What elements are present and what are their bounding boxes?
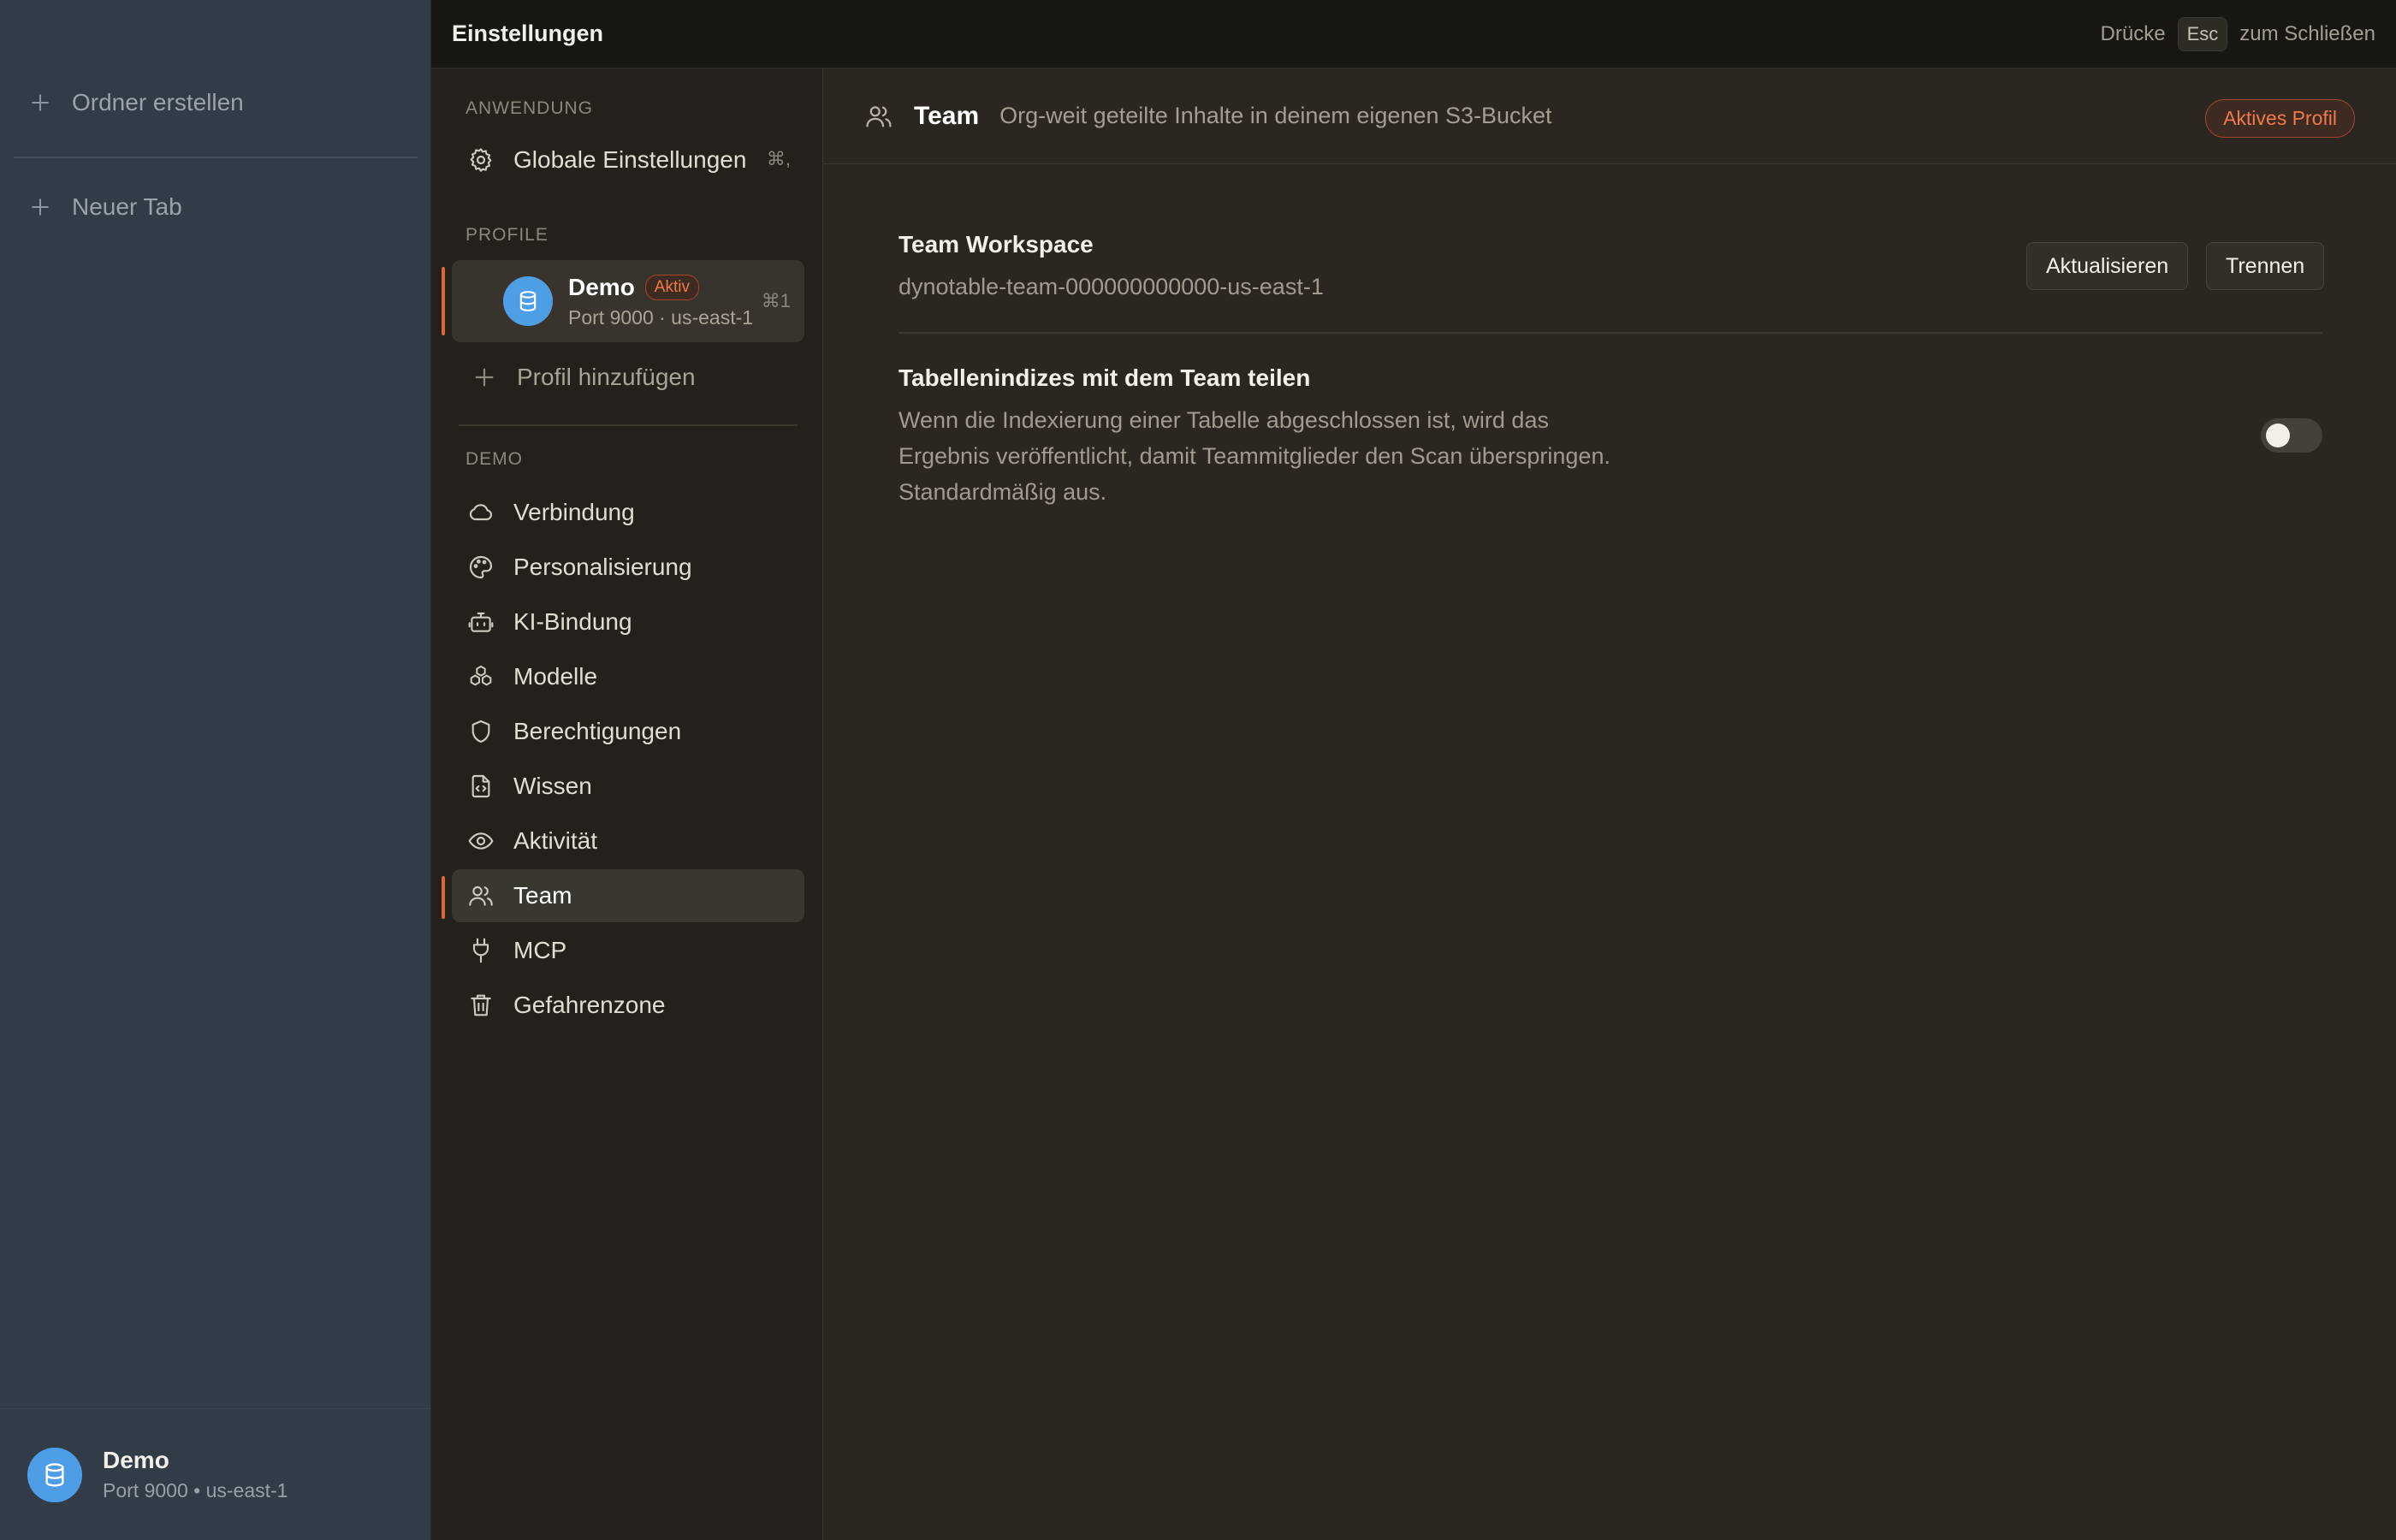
section-label-profiles: PROFILE bbox=[466, 225, 549, 245]
profile-name: Demo bbox=[568, 273, 635, 300]
trash-icon bbox=[467, 992, 495, 1019]
add-profile-button[interactable]: Profil hinzufügen bbox=[452, 351, 804, 404]
close-hint-suffix: zum Schließen bbox=[2239, 21, 2375, 45]
plus-icon bbox=[27, 194, 53, 220]
share-indexes-title: Tabellenindizes mit dem Team teilen bbox=[898, 364, 1311, 391]
active-connection-footer[interactable]: Demo Port 9000 • us-east-1 bbox=[0, 1408, 430, 1540]
nav-item-gefahrenzone[interactable]: Gefahrenzone bbox=[452, 979, 804, 1032]
active-nav-indicator bbox=[442, 876, 445, 919]
nav-label: MCP bbox=[513, 937, 567, 963]
active-badge: Aktiv bbox=[644, 274, 699, 300]
workspace-title: Team Workspace bbox=[898, 231, 1094, 258]
add-profile-label: Profil hinzufügen bbox=[517, 364, 696, 390]
section-label-demo: DEMO bbox=[466, 449, 523, 469]
app-sidebar: Ordner erstellen Neuer Tab Demo Port 900… bbox=[0, 0, 431, 1540]
page-title: Einstellungen bbox=[452, 21, 604, 46]
plug-icon bbox=[467, 937, 495, 964]
team-settings-panel: Team Org-weit geteilte Inhalte in deinem… bbox=[823, 68, 2396, 1540]
nav-label: Personalisierung bbox=[513, 554, 692, 580]
settings-topbar: Einstellungen Drücke Esc zum Schließen bbox=[431, 0, 2396, 68]
nav-item-ki-bindung[interactable]: KI-Bindung bbox=[452, 595, 804, 649]
nav-item-berechtigungen[interactable]: Berechtigungen bbox=[452, 705, 804, 758]
nav-item-global-settings[interactable]: Globale Einstellungen ⌘, bbox=[452, 133, 804, 187]
workspace-bucket-name: dynotable-team-000000000000-us-east-1 bbox=[898, 274, 1324, 299]
gear-icon bbox=[467, 146, 495, 174]
bot-icon bbox=[467, 608, 495, 636]
users-icon bbox=[864, 102, 893, 131]
database-icon bbox=[503, 276, 553, 326]
shortcut-hint: ⌘, bbox=[766, 148, 791, 169]
footer-profile-sub: Port 9000 • us-east-1 bbox=[103, 1479, 288, 1502]
nav-label: Modelle bbox=[513, 663, 598, 690]
create-folder-label: Ordner erstellen bbox=[72, 89, 244, 116]
new-tab-label: Neuer Tab bbox=[72, 193, 182, 220]
cloud-icon bbox=[467, 499, 495, 526]
nav-item-wissen[interactable]: Wissen bbox=[452, 760, 804, 813]
share-indexes-description-line-2: Ergebnis veröffentlicht, damit Teammitgl… bbox=[898, 443, 1610, 469]
nav-item-personalisierung[interactable]: Personalisierung bbox=[452, 541, 804, 594]
nav-label: Gefahrenzone bbox=[513, 992, 666, 1018]
nav-label: Wissen bbox=[513, 773, 592, 799]
nav-item-team[interactable]: Team bbox=[452, 869, 804, 922]
panel-header: Team Org-weit geteilte Inhalte in deinem… bbox=[823, 68, 2396, 164]
share-indexes-toggle[interactable] bbox=[2261, 418, 2322, 453]
nav-item-aktivitaet[interactable]: Aktivität bbox=[452, 814, 804, 868]
users-icon bbox=[467, 882, 495, 909]
disconnect-button[interactable]: Trennen bbox=[2206, 242, 2325, 290]
section-label-app: ANWENDUNG bbox=[466, 98, 593, 118]
palette-icon bbox=[467, 554, 495, 581]
shield-icon bbox=[467, 718, 495, 745]
close-hint: Drücke Esc zum Schließen bbox=[2100, 16, 2375, 51]
nav-divider bbox=[459, 424, 798, 426]
close-hint-prefix: Drücke bbox=[2100, 21, 2166, 45]
nav-label: Team bbox=[513, 882, 572, 909]
share-indexes-description-line-1: Wenn die Indexierung einer Tabelle abges… bbox=[898, 407, 1549, 433]
esc-key: Esc bbox=[2177, 16, 2228, 51]
plus-icon bbox=[471, 364, 498, 391]
create-folder-button[interactable]: Ordner erstellen bbox=[27, 81, 244, 124]
row-divider bbox=[898, 332, 2322, 334]
share-indexes-description-line-3: Standardmäßig aus. bbox=[898, 479, 1107, 505]
toggle-knob bbox=[2266, 424, 2290, 447]
plus-icon bbox=[27, 90, 53, 116]
sidebar-divider bbox=[14, 157, 418, 158]
footer-profile-name: Demo bbox=[103, 1447, 169, 1473]
active-profile-indicator bbox=[442, 267, 445, 335]
nav-label: Globale Einstellungen bbox=[513, 146, 747, 173]
refresh-button[interactable]: Aktualisieren bbox=[2026, 242, 2189, 290]
nav-item-verbindung[interactable]: Verbindung bbox=[452, 486, 804, 539]
new-tab-button[interactable]: Neuer Tab bbox=[27, 186, 182, 228]
panel-title: Team bbox=[914, 101, 980, 130]
nav-label: Verbindung bbox=[513, 499, 635, 525]
database-icon bbox=[27, 1447, 82, 1502]
panel-description: Org-weit geteilte Inhalte in deinem eige… bbox=[999, 103, 1552, 128]
profile-sub: Port 9000 · us-east-1 bbox=[568, 305, 754, 329]
nav-label: Aktivität bbox=[513, 827, 598, 854]
eye-icon bbox=[467, 827, 495, 855]
settings-nav: ANWENDUNG Globale Einstellungen ⌘, PROFI… bbox=[431, 68, 823, 1540]
file-code-icon bbox=[467, 773, 495, 800]
profile-item-demo[interactable]: Demo Aktiv Port 9000 · us-east-1 ⌘1 bbox=[452, 260, 804, 342]
boxes-icon bbox=[467, 663, 495, 690]
nav-label: KI-Bindung bbox=[513, 608, 632, 635]
shortcut-hint: ⌘1 bbox=[761, 290, 791, 311]
active-profile-badge: Aktives Profil bbox=[2205, 99, 2355, 138]
nav-label: Berechtigungen bbox=[513, 718, 682, 744]
nav-item-mcp[interactable]: MCP bbox=[452, 924, 804, 977]
nav-item-modelle[interactable]: Modelle bbox=[452, 650, 804, 703]
